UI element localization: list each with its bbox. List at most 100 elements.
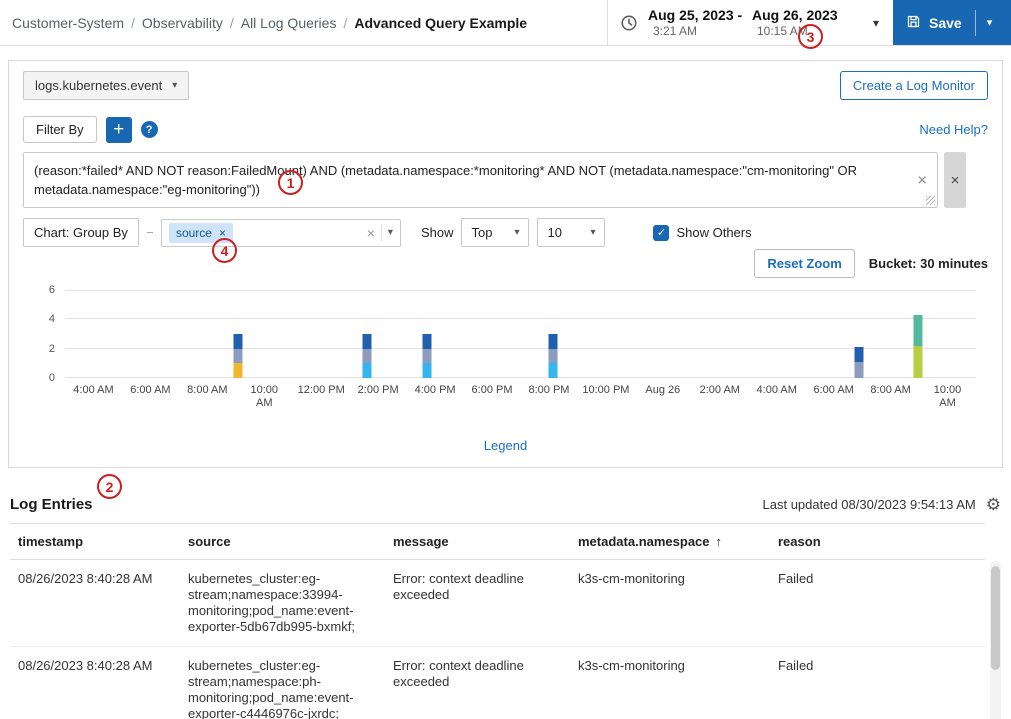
scrollbar-thumb[interactable] bbox=[991, 566, 1000, 670]
column-header-reason[interactable]: reason bbox=[770, 523, 985, 560]
chart-x-tick-label: 8:00 AM bbox=[187, 384, 228, 396]
chart-x-tick-label: 2:00 PM bbox=[357, 384, 399, 396]
chart-bar[interactable] bbox=[422, 334, 432, 378]
log-table-body: 08/26/2023 8:40:28 AM kubernetes_cluster:… bbox=[10, 559, 985, 719]
column-header-source[interactable]: source bbox=[180, 523, 385, 560]
table-scrollbar[interactable] bbox=[990, 561, 1001, 719]
chart-x-tick-label: 2:00 AM bbox=[699, 384, 740, 396]
chevron-down-icon[interactable]: ▾ bbox=[388, 227, 393, 238]
chart-bar-segment bbox=[854, 347, 864, 362]
dataset-select[interactable]: logs.kubernetes.event ▾ bbox=[23, 71, 190, 100]
chart-gridline bbox=[65, 290, 976, 291]
breadcrumb: Customer-System / Observability / All Lo… bbox=[0, 0, 607, 45]
cell-reason: Failed bbox=[770, 646, 985, 719]
breadcrumb-separator: / bbox=[343, 14, 348, 31]
dataset-select-value: logs.kubernetes.event bbox=[35, 78, 163, 93]
breadcrumb-separator: / bbox=[229, 14, 234, 31]
chart-bar-segment bbox=[854, 361, 864, 378]
chart-bar[interactable] bbox=[913, 314, 923, 378]
save-button[interactable]: Save bbox=[893, 0, 975, 45]
query-panel: logs.kubernetes.event ▾ Create a Log Mon… bbox=[8, 60, 1003, 468]
start-date: Aug 25, 2023 - bbox=[648, 7, 743, 23]
chart-x-tick-label: 6:00 AM bbox=[130, 384, 171, 396]
remove-query-row-button[interactable]: × bbox=[944, 152, 966, 208]
log-table-wrap: timestamp source message metadata.namesp… bbox=[10, 523, 1001, 719]
chart-x-tick-label: 4:00 AM bbox=[73, 384, 114, 396]
chart-bar-segment bbox=[422, 348, 432, 364]
help-icon[interactable]: ? bbox=[140, 121, 158, 138]
breadcrumb-separator: / bbox=[131, 14, 135, 31]
annotation-circle-3: 3 bbox=[798, 24, 823, 49]
log-entries-title: Log Entries bbox=[10, 496, 93, 513]
chart-bar-segment bbox=[362, 363, 372, 378]
count-select[interactable]: 10 ▾ bbox=[537, 218, 606, 247]
resize-handle[interactable] bbox=[926, 196, 935, 205]
filter-by-button[interactable]: Filter By bbox=[23, 116, 97, 143]
chart-y-tick-label: 4 bbox=[48, 313, 55, 326]
chart-bar[interactable] bbox=[854, 347, 864, 378]
chart-x-tick-label: 10:00 AM bbox=[933, 384, 962, 409]
end-date: Aug 26, 2023 bbox=[752, 7, 838, 23]
group-by-multiselect[interactable]: source × × ▾ bbox=[160, 218, 401, 247]
breadcrumb-item-observability[interactable]: Observability bbox=[142, 15, 223, 31]
column-header-namespace[interactable]: metadata.namespace ↑ bbox=[570, 523, 770, 560]
chart-x-tick-label: 10:00 PM bbox=[582, 384, 630, 396]
breadcrumb-item-all-log-queries[interactable]: All Log Queries bbox=[241, 15, 337, 31]
gear-icon[interactable]: ⚙ bbox=[986, 496, 1001, 513]
chart-bar-segment bbox=[362, 348, 372, 364]
table-row[interactable]: 08/26/2023 8:40:28 AM kubernetes_cluster:… bbox=[10, 559, 985, 647]
column-header-timestamp[interactable]: timestamp bbox=[10, 523, 180, 560]
chart-y-tick-label: 6 bbox=[48, 284, 55, 296]
time-range-values: Aug 25, 2023 - Aug 26, 2023 3:21 AM 10:1… bbox=[648, 7, 861, 38]
chart-bar-segment bbox=[422, 363, 432, 378]
need-help-link[interactable]: Need Help? bbox=[919, 122, 988, 137]
chart-x-tick-label: 4:00 AM bbox=[756, 384, 797, 396]
log-entries-section: Log Entries Last updated 08/30/2023 9:54… bbox=[10, 496, 1001, 719]
clear-query-icon[interactable]: × bbox=[917, 171, 927, 190]
show-others-label: Show Others bbox=[676, 225, 752, 240]
chevron-down-icon: ▾ bbox=[514, 227, 520, 238]
chart-bar-segment bbox=[913, 345, 923, 378]
cell-timestamp: 08/26/2023 8:40:28 AM bbox=[10, 646, 180, 719]
column-header-message[interactable]: message bbox=[385, 523, 570, 560]
chart-bar-segment bbox=[233, 348, 243, 364]
chart-x-tick-label: 4:00 PM bbox=[414, 384, 456, 396]
reset-zoom-button[interactable]: Reset Zoom bbox=[754, 249, 855, 278]
cell-reason: Failed bbox=[770, 559, 985, 647]
cell-namespace: k3s-cm-monitoring bbox=[570, 646, 770, 719]
show-others-checkbox-wrap[interactable]: ✓ Show Others bbox=[653, 224, 752, 241]
count-select-value: 10 bbox=[547, 225, 562, 240]
chart-y-tick-label: 2 bbox=[48, 342, 55, 355]
query-input[interactable]: (reason:*failed* AND NOT reason:FailedMo… bbox=[23, 152, 938, 208]
chart-x-tick-label: 6:00 AM bbox=[813, 384, 854, 396]
create-log-monitor-button[interactable]: Create a Log Monitor bbox=[839, 71, 988, 100]
table-row[interactable]: 08/26/2023 8:40:28 AM kubernetes_cluster:… bbox=[10, 646, 985, 719]
chart-bar[interactable] bbox=[548, 334, 558, 378]
chart-bar-segment bbox=[362, 334, 372, 349]
chart-x-tick-label: 12:00 PM bbox=[297, 384, 345, 396]
time-range-picker[interactable]: Aug 25, 2023 - Aug 26, 2023 3:21 AM 10:1… bbox=[607, 0, 893, 45]
chart-plot[interactable]: 0 2 4 6 bbox=[49, 284, 976, 384]
legend-toggle-link[interactable]: Legend bbox=[484, 438, 527, 453]
cell-message: Error: context deadline exceeded bbox=[385, 646, 570, 719]
add-filter-button[interactable]: + bbox=[105, 116, 132, 143]
show-others-checkbox[interactable]: ✓ bbox=[653, 224, 670, 241]
multiselect-divider bbox=[380, 224, 382, 241]
chart-x-tick-label: 8:00 PM bbox=[528, 384, 570, 396]
bucket-label: Bucket: 30 minutes bbox=[868, 256, 988, 271]
top-select[interactable]: Top ▾ bbox=[461, 218, 530, 247]
chart-x-axis: 4:00 AM 6:00 AM 8:00 AM 10:00 AM 12:00 PM 2:0… bbox=[65, 384, 976, 410]
top-select-value: Top bbox=[471, 225, 493, 240]
annotation-circle-4: 4 bbox=[212, 238, 237, 263]
chart-bar[interactable] bbox=[233, 334, 243, 378]
chart-group-by-label: Chart: Group By bbox=[23, 218, 139, 247]
chart-bar-segment bbox=[233, 363, 243, 378]
breadcrumb-item-customer-system[interactable]: Customer-System bbox=[12, 15, 124, 31]
chart-bar[interactable] bbox=[362, 334, 372, 378]
clear-multiselect-icon[interactable]: × bbox=[367, 225, 375, 241]
save-dropdown-button[interactable]: ▾ bbox=[976, 0, 1004, 45]
chevron-down-icon[interactable]: ▾ bbox=[871, 16, 881, 30]
chart-bar-segment bbox=[548, 348, 558, 364]
query-text: (reason:*failed* AND NOT reason:FailedMo… bbox=[34, 163, 858, 197]
save-split-button: Save ▾ bbox=[893, 0, 1011, 45]
